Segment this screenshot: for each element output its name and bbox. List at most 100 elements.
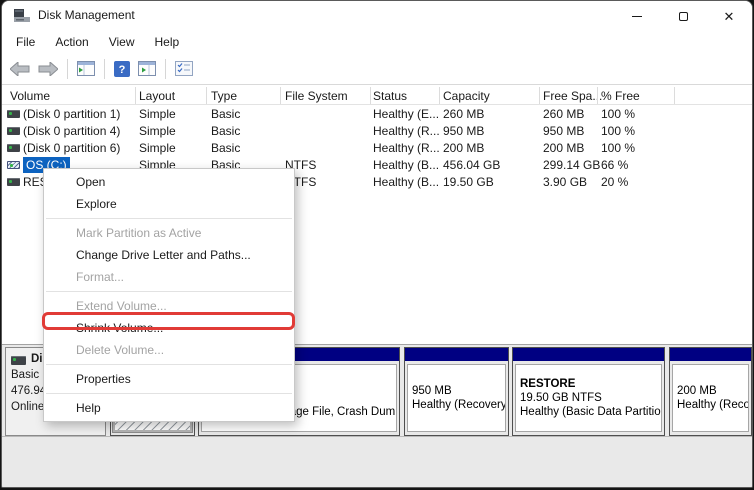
partition-title: RESTORE [520,377,661,391]
titlebar: Disk Management ✕ [2,1,752,31]
col-free-space[interactable]: Free Spa... [543,89,602,103]
menu-item-mark-partition-active: Mark Partition as Active [44,222,294,244]
partition-block-recovery-200[interactable]: 200 MB Healthy (Recovery Partition) [669,347,752,436]
col-status[interactable]: Status [373,89,407,103]
cell-capacity: 19.50 GB [443,175,494,189]
partition-size: 200 MB [677,384,748,398]
partition-header-bar [513,348,664,361]
cell-volume: (Disk 0 partition 4) [23,124,120,138]
console-tree-button[interactable] [73,56,99,82]
cell-capacity: 456.04 GB [443,158,500,172]
cell-capacity: 260 MB [443,107,484,121]
back-button[interactable] [6,56,34,82]
cell-type: Basic [211,141,240,155]
window-title: Disk Management [38,8,135,22]
cell-pct: 66 % [601,158,628,172]
menu-item-properties[interactable]: Properties [44,368,294,390]
menu-action[interactable]: Action [45,33,98,51]
col-type[interactable]: Type [211,89,237,103]
table-row[interactable]: (Disk 0 partition 1) Simple Basic Health… [2,105,752,122]
cell-free: 950 MB [543,124,584,138]
partition-status: Healthy (Recovery Partition) [412,398,505,412]
column-divider[interactable] [439,87,440,104]
cell-pct: 100 % [601,141,635,155]
menu-item-explore[interactable]: Explore [44,193,294,215]
list-header: Volume Layout Type File System Status Ca… [2,86,752,105]
col-pct-free[interactable]: % Free [601,89,640,103]
table-row[interactable]: (Disk 0 partition 6) Simple Basic Health… [2,139,752,156]
menu-separator [46,364,292,365]
column-divider[interactable] [370,87,371,104]
cell-layout: Simple [139,124,176,138]
cell-capacity: 950 MB [443,124,484,138]
column-divider[interactable] [206,87,207,104]
properties-list-button[interactable] [171,56,197,82]
menu-separator [46,291,292,292]
disk-type: Basic [11,369,39,381]
menu-separator [46,393,292,394]
column-divider[interactable] [280,87,281,104]
menu-item-change-drive-letter[interactable]: Change Drive Letter and Paths... [44,244,294,266]
cell-type: Basic [211,124,240,138]
menu-view[interactable]: View [99,33,145,51]
cell-pct: 20 % [601,175,628,189]
menu-help[interactable]: Help [145,33,190,51]
col-layout[interactable]: Layout [139,89,175,103]
col-capacity[interactable]: Capacity [443,89,490,103]
table-row[interactable]: (Disk 0 partition 4) Simple Basic Health… [2,122,752,139]
minimize-button[interactable] [614,1,660,31]
column-divider[interactable] [539,87,540,104]
action-pane-icon [138,61,156,76]
volume-icon [7,127,20,135]
action-pane-button[interactable] [134,56,160,82]
toolbar: ? [2,53,752,85]
close-icon: ✕ [724,10,735,23]
menu-item-open[interactable]: Open [44,171,294,193]
partition-block-recovery-950[interactable]: 950 MB Healthy (Recovery Partition) [404,347,509,436]
svg-text:?: ? [119,64,126,76]
col-file-system[interactable]: File System [285,89,348,103]
app-icon [14,9,30,23]
menu-separator [46,218,292,219]
menu-bar: File Action View Help [2,31,752,53]
minimize-icon [632,16,642,17]
back-arrow-icon [10,62,30,76]
maximize-button[interactable] [660,1,706,31]
partition-size: 19.50 GB NTFS [520,391,661,405]
cell-capacity: 200 MB [443,141,484,155]
cell-pct: 100 % [601,124,635,138]
menu-item-format: Format... [44,266,294,288]
cell-status: Healthy (R... [373,124,440,138]
help-button[interactable]: ? [110,56,134,82]
close-button[interactable]: ✕ [706,1,752,31]
cell-free: 299.14 GB [543,158,600,172]
forward-button[interactable] [34,56,62,82]
cell-type: Basic [211,107,240,121]
menu-item-delete-volume: Delete Volume... [44,339,294,361]
cell-status: Healthy (R... [373,141,440,155]
column-divider[interactable] [597,87,598,104]
volume-icon [7,178,20,186]
partition-status: Healthy (Recovery Partition) [677,398,748,412]
menu-item-help[interactable]: Help [44,397,294,419]
partition-block-restore[interactable]: RESTORE 19.50 GB NTFS Healthy (Basic Dat… [512,347,665,436]
maximize-icon [679,12,688,21]
menu-file[interactable]: File [6,33,45,51]
column-divider[interactable] [135,87,136,104]
console-tree-icon [77,61,95,76]
cell-layout: Simple [139,107,176,121]
cell-status: Healthy (E... [373,107,439,121]
col-volume[interactable]: Volume [10,89,50,103]
cell-volume: (Disk 0 partition 6) [23,141,120,155]
column-divider[interactable] [674,87,675,104]
properties-list-icon [175,61,193,76]
cell-free: 3.90 GB [543,175,587,189]
context-menu: Open Explore Mark Partition as Active Ch… [43,168,295,422]
disk-row-divider [2,436,752,437]
help-icon: ? [114,61,130,77]
cell-pct: 100 % [601,107,635,121]
disk-management-window: Disk Management ✕ File Action View Help [1,0,753,488]
toolbar-separator [67,59,68,79]
cell-layout: Simple [139,141,176,155]
cell-free: 200 MB [543,141,584,155]
